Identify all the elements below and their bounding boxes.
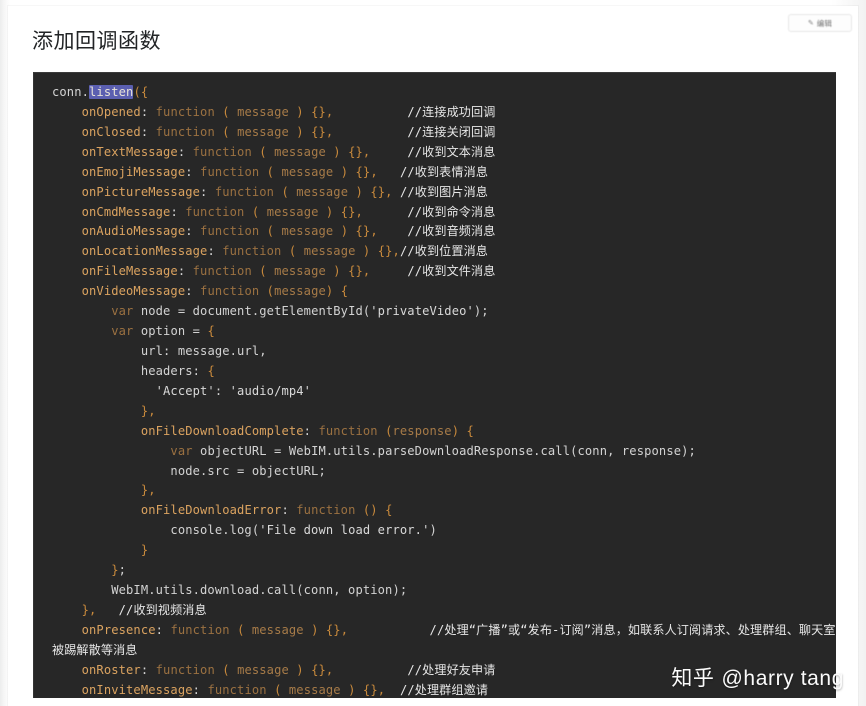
edit-button-label: 编辑 <box>816 18 833 28</box>
edit-button[interactable]: ✎ 编辑 <box>788 14 852 32</box>
code-block[interactable]: conn.listen({ onOpened: function ( messa… <box>33 72 836 698</box>
page-title: 添加回调函数 <box>32 30 161 53</box>
article-card: ✎ 编辑 添加回调函数 conn.listen({ onOpened: func… <box>8 6 858 706</box>
code-content[interactable]: conn.listen({ onOpened: function ( messa… <box>34 73 836 698</box>
pin-icon: ✎ <box>807 19 814 27</box>
selected-token: listen <box>89 85 134 99</box>
